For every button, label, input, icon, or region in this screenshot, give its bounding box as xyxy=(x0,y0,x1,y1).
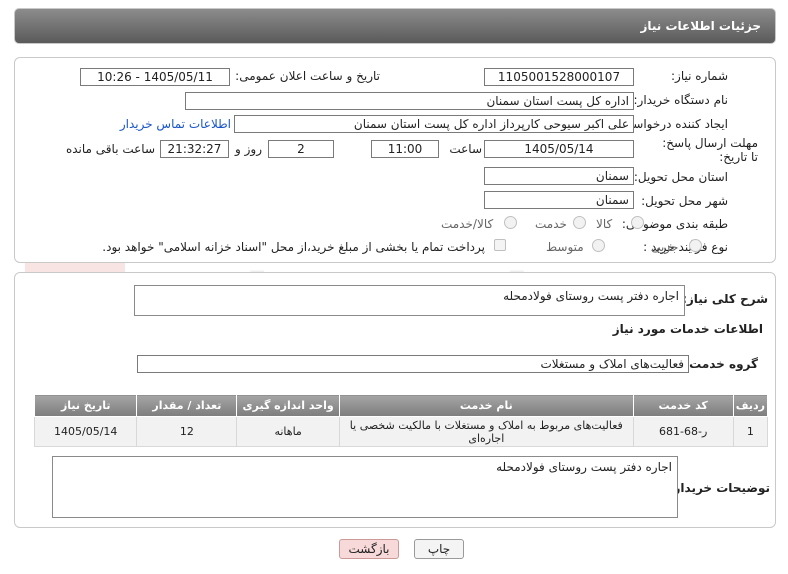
category-service-label: خدمت xyxy=(535,217,567,231)
category-goods-label: کالا xyxy=(596,217,613,231)
summary-field[interactable]: اجاره دفتر پست روستای فولادمحله xyxy=(134,285,685,316)
summary-label: شرح کلی نیاز: xyxy=(682,292,768,306)
province-field[interactable]: سمنان xyxy=(484,167,634,185)
category-service-radio[interactable] xyxy=(573,216,586,229)
table-row: 1 ر-68-681 فعالیت‌های مربوط به املاک و م… xyxy=(33,416,769,447)
deadline-time-field[interactable]: 11:00 xyxy=(371,140,439,158)
col-row: ردیف xyxy=(732,394,769,417)
cell-qty: 12 xyxy=(136,416,238,447)
province-label: استان محل تحویل: xyxy=(633,170,728,184)
need-number-field[interactable]: 1105001528000107 xyxy=(484,68,634,86)
category-goods-service-label: کالا/خدمت xyxy=(441,217,494,231)
col-code: کد خدمت xyxy=(632,394,734,417)
col-name: نام خدمت xyxy=(339,394,634,417)
buyer-org-label: نام دستگاه خریدار: xyxy=(633,93,729,107)
announce-datetime-field[interactable]: 1405/05/11 - 10:26 xyxy=(80,68,230,86)
process-minor-label: جزیی xyxy=(651,240,679,254)
process-medium-radio[interactable] xyxy=(592,239,605,252)
print-button[interactable]: چاپ xyxy=(414,539,464,559)
buyer-notes-label: توضیحات خریدار: xyxy=(668,481,770,495)
col-date: تاریخ نیاز xyxy=(33,394,138,417)
process-minor-radio[interactable] xyxy=(689,239,702,252)
category-goods-radio[interactable] xyxy=(631,216,644,229)
cell-code: ر-68-681 xyxy=(632,416,734,447)
remaining-label: ساعت باقی مانده xyxy=(65,142,155,156)
announce-label: تاریخ و ساعت اعلان عمومی: xyxy=(235,69,380,83)
treasury-payment-checkbox[interactable] xyxy=(494,239,506,251)
deadline-label: مهلت ارسال پاسخ: تا تاریخ: xyxy=(662,136,758,164)
cell-unit: ماهانه xyxy=(236,416,341,447)
remaining-time-field[interactable]: 21:32:27 xyxy=(160,140,229,158)
deadline-date-field[interactable]: 1405/05/14 xyxy=(484,140,634,158)
days-label: روز و xyxy=(235,142,262,156)
col-unit: واحد اندازه گیری xyxy=(236,394,341,417)
buyer-org-field[interactable]: اداره کل پست استان سمنان xyxy=(185,92,634,110)
back-button[interactable]: بازگشت xyxy=(339,539,399,559)
process-medium-label: متوسط xyxy=(546,240,584,254)
services-table: ردیف کد خدمت نام خدمت واحد اندازه گیری ت… xyxy=(33,394,769,447)
details-header: جزئیات اطلاعات نیاز xyxy=(14,8,776,44)
buyer-contact-link[interactable]: اطلاعات تماس خریدار xyxy=(120,117,231,131)
service-group-field[interactable]: فعالیت‌های املاک و مستغلات xyxy=(137,355,689,373)
deadline-time-label: ساعت xyxy=(449,142,482,156)
city-field[interactable]: سمنان xyxy=(484,191,634,209)
service-group-label: گروه خدمت: xyxy=(684,357,758,371)
category-goods-service-radio[interactable] xyxy=(504,216,517,229)
creator-label: ایجاد کننده درخواست: xyxy=(617,117,728,131)
page-title: جزئیات اطلاعات نیاز xyxy=(640,19,761,33)
remaining-days-field[interactable]: 2 xyxy=(268,140,334,158)
city-label: شهر محل تحویل: xyxy=(641,194,728,208)
cell-date: 1405/05/14 xyxy=(33,416,138,447)
cell-name: فعالیت‌های مربوط به املاک و مستغلات با م… xyxy=(339,416,634,447)
col-qty: تعداد / مقدار xyxy=(136,394,238,417)
buyer-notes-field[interactable]: اجاره دفتر پست روستای فولادمحله xyxy=(52,456,678,518)
creator-field[interactable]: علی اکبر سیوحی کارپرداز اداره کل پست است… xyxy=(234,115,634,133)
services-table-header: ردیف کد خدمت نام خدمت واحد اندازه گیری ت… xyxy=(33,394,769,417)
cell-row: 1 xyxy=(732,416,769,447)
payment-note: پرداخت تمام یا بخشی از مبلغ خرید،از محل … xyxy=(102,240,485,254)
need-number-label: شماره نیاز: xyxy=(671,69,728,83)
services-section-title: اطلاعات خدمات مورد نیاز xyxy=(612,322,763,336)
